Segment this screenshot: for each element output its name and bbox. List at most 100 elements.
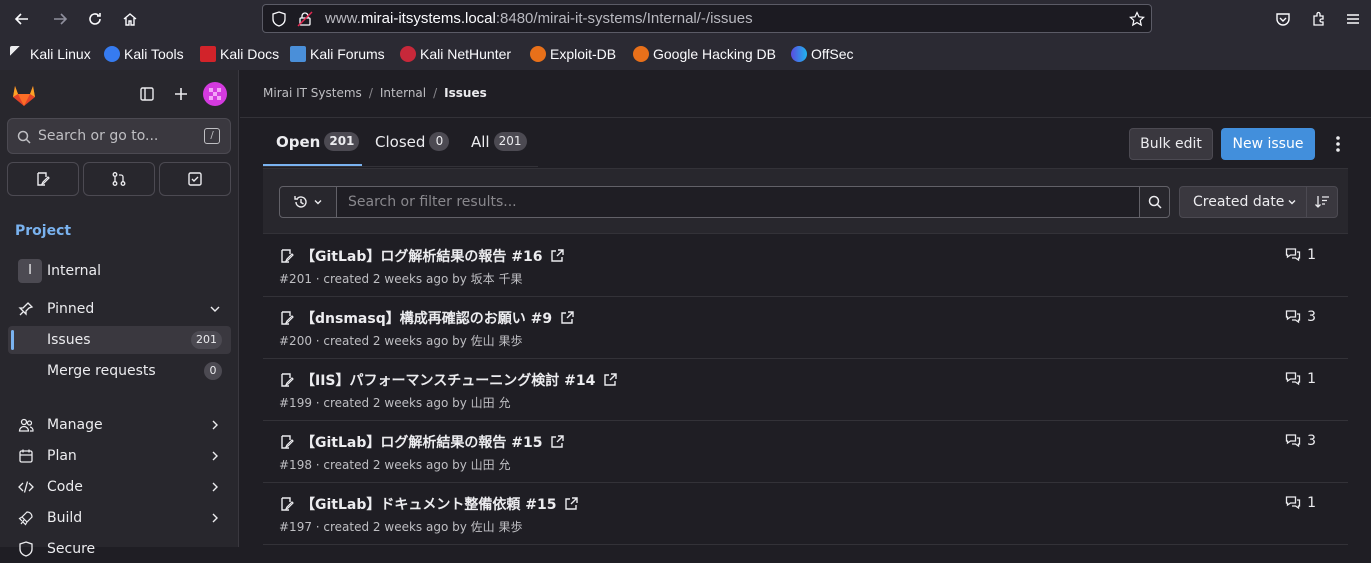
- more-actions-button[interactable]: [1328, 133, 1348, 155]
- filter-search-button[interactable]: [1139, 186, 1170, 218]
- chevron-down-icon: [210, 306, 220, 312]
- issue-open-icon: [281, 373, 294, 387]
- forward-button[interactable]: [45, 4, 75, 34]
- issue-meta: #198 · created 2 weeks ago by 山田 允: [279, 458, 511, 472]
- issues-list: 【GitLab】ログ解析結果の報告 #16 #201 · created 2 w…: [263, 235, 1348, 545]
- bookmark-exploit-db[interactable]: Exploit-DB: [530, 45, 616, 63]
- avatar[interactable]: [203, 82, 227, 106]
- issue-open-icon: [281, 249, 294, 263]
- tab-count-badge: 0: [429, 132, 450, 151]
- issue-title-link[interactable]: 【GitLab】ログ解析結果の報告 #16: [301, 246, 565, 266]
- new-issue-button[interactable]: New issue: [1221, 128, 1315, 160]
- bookmark-kali-tools[interactable]: Kali Tools: [104, 45, 184, 63]
- home-button[interactable]: [115, 4, 145, 34]
- tab-open[interactable]: Open 201: [276, 132, 360, 151]
- project-avatar: I: [18, 259, 42, 283]
- issue-title-link[interactable]: 【GitLab】ドキュメント整備依頼 #15: [301, 494, 579, 514]
- main-content: Mirai IT Systems / Internal / Issues Open 201…: [240, 70, 1371, 547]
- comment-count[interactable]: 1: [1285, 247, 1316, 263]
- tab-count-badge: 201: [324, 132, 360, 151]
- list-item[interactable]: 【dnsmasq】構成再確認のお願い #9 #200 · created 2 w…: [263, 297, 1348, 359]
- pocket-button[interactable]: [1268, 4, 1298, 34]
- collapse-sidebar-button[interactable]: [135, 82, 159, 106]
- list-item[interactable]: 【IIS】パフォーマンスチューニング検討 #14 #199 · created …: [263, 359, 1348, 421]
- project-link-internal[interactable]: I Internal: [8, 257, 231, 285]
- back-button[interactable]: [7, 4, 37, 34]
- list-item[interactable]: 【GitLab】ログ解析結果の報告 #16 #201 · created 2 w…: [263, 235, 1348, 297]
- issue-title-link[interactable]: 【IIS】パフォーマンスチューニング検討 #14: [301, 370, 618, 390]
- identicon-icon: [209, 88, 221, 100]
- merge-requests-button[interactable]: [83, 162, 155, 196]
- todo-list-button[interactable]: [159, 162, 231, 196]
- issue-meta: #199 · created 2 weeks ago by 山田 允: [279, 396, 511, 410]
- filter-search-input[interactable]: Search or filter results...: [336, 186, 1140, 218]
- gitlab-logo-icon[interactable]: [11, 82, 37, 108]
- exploit-db-icon: [530, 46, 546, 62]
- breadcrumb-project[interactable]: Internal: [380, 86, 426, 100]
- calendar-icon: [18, 448, 34, 464]
- bookmark-offsec[interactable]: OffSec: [791, 45, 854, 63]
- arrow-right-icon: [54, 13, 68, 25]
- section-title: Project: [15, 223, 72, 239]
- bookmark-kali-forums[interactable]: Kali Forums: [290, 45, 385, 63]
- comment-count[interactable]: 1: [1285, 371, 1316, 387]
- list-item[interactable]: 【GitLab】ログ解析結果の報告 #15 #198 · created 2 w…: [263, 421, 1348, 483]
- assigned-issues-button[interactable]: [7, 162, 79, 196]
- issue-meta: #200 · created 2 weeks ago by 佐山 果歩: [279, 334, 523, 348]
- bookmark-google-hacking-db[interactable]: Google Hacking DB: [633, 45, 776, 63]
- sidebar-item-plan[interactable]: Plan: [8, 442, 231, 470]
- issue-title-link[interactable]: 【GitLab】ログ解析結果の報告 #15: [301, 432, 565, 452]
- reload-button[interactable]: [80, 4, 110, 34]
- comment-count[interactable]: 3: [1285, 433, 1316, 449]
- chevron-right-icon: [212, 451, 218, 461]
- pinned-section-toggle[interactable]: Pinned: [8, 295, 231, 323]
- recent-searches-button[interactable]: [279, 186, 337, 218]
- extensions-button[interactable]: [1304, 4, 1334, 34]
- comment-count[interactable]: 1: [1285, 495, 1316, 511]
- ellipsis-vertical-icon: [1336, 136, 1340, 152]
- sort-direction-button[interactable]: [1306, 186, 1338, 218]
- menu-button[interactable]: [1338, 4, 1368, 34]
- tab-closed[interactable]: Closed 0: [375, 132, 450, 151]
- shield-icon: [18, 541, 34, 557]
- chevron-right-icon: [212, 420, 218, 430]
- kali-dragon-icon: [10, 46, 26, 62]
- search-or-go-to[interactable]: Search or go to... /: [7, 118, 231, 154]
- breadcrumb-group[interactable]: Mirai IT Systems: [263, 86, 362, 100]
- bookmark-kali-docs[interactable]: Kali Docs: [200, 45, 279, 63]
- bulk-edit-button[interactable]: Bulk edit: [1129, 128, 1213, 160]
- issues-count-badge: 201: [191, 331, 222, 349]
- sidebar-item-secure[interactable]: Secure: [8, 535, 231, 563]
- shield-icon[interactable]: [271, 11, 287, 27]
- bookmark-kali-nethunter[interactable]: Kali NetHunter: [400, 45, 511, 63]
- filter-bar: Search or filter results... Created date: [263, 168, 1348, 234]
- sidebar-item-issues[interactable]: Issues 201: [8, 326, 231, 354]
- url-text[interactable]: www.mirai-itsystems.local:8480/mirai-it-…: [325, 10, 753, 27]
- create-new-button[interactable]: [169, 82, 193, 106]
- sidebar-item-merge-requests[interactable]: Merge requests 0: [8, 357, 231, 385]
- puzzle-icon: [1313, 11, 1324, 26]
- sidebar-item-build[interactable]: Build: [8, 504, 231, 532]
- issue-title-link[interactable]: 【dnsmasq】構成再確認のお願い #9: [301, 308, 574, 328]
- url-bar[interactable]: www.mirai-itsystems.local:8480/mirai-it-…: [262, 4, 1152, 33]
- breadcrumb-current[interactable]: Issues: [444, 86, 487, 100]
- merge-requests-count-badge: 0: [204, 362, 222, 380]
- rocket-icon: [18, 510, 34, 526]
- chevron-right-icon: [212, 482, 218, 492]
- pocket-icon: [1276, 13, 1290, 26]
- pin-icon: [18, 301, 34, 317]
- tab-all[interactable]: All 201: [471, 132, 527, 151]
- sidebar-item-code[interactable]: Code: [8, 473, 231, 501]
- issue-meta: #201 · created 2 weeks ago by 坂本 千果: [279, 272, 523, 286]
- sort-by-dropdown[interactable]: Created date: [1179, 186, 1307, 218]
- sidebar-item-manage[interactable]: Manage: [8, 411, 231, 439]
- bookmark-kali-linux[interactable]: Kali Linux: [10, 45, 91, 63]
- comment-count[interactable]: 3: [1285, 309, 1316, 325]
- star-icon[interactable]: [1129, 11, 1145, 27]
- issue-open-icon: [281, 497, 294, 511]
- list-item[interactable]: 【GitLab】ドキュメント整備依頼 #15 #197 · created 2 …: [263, 483, 1348, 545]
- sort-descending-icon: [1315, 196, 1329, 208]
- kali-docs-icon: [200, 46, 216, 62]
- insecure-lock-icon[interactable]: [297, 11, 313, 27]
- bookmarks-bar: Kali Linux Kali Tools Kali Docs Kali For…: [0, 40, 1371, 68]
